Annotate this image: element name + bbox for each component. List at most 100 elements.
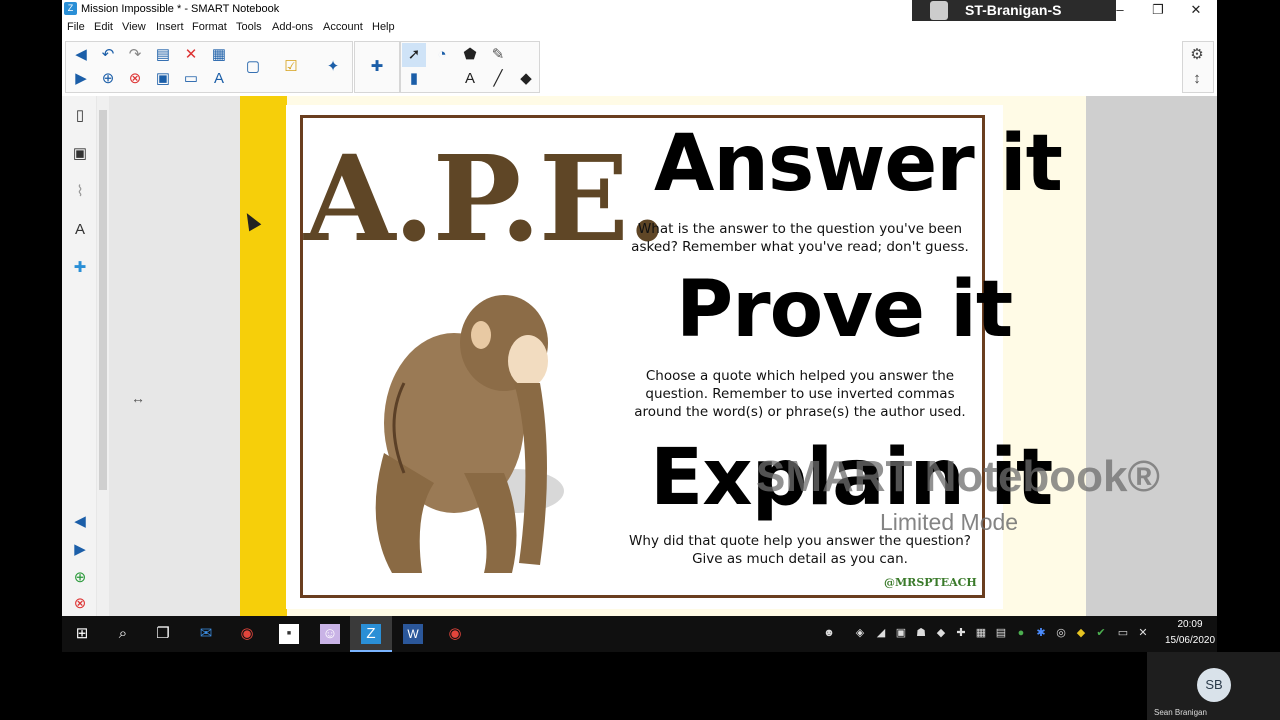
wifi-icon[interactable]: ◢ (875, 627, 887, 639)
watermark-subtitle: Limited Mode (880, 509, 1019, 535)
sidebar-delete-page-icon[interactable]: ⊗ (68, 592, 92, 616)
search-icon[interactable]: ⌕ (113, 624, 133, 644)
panel-resize-handle-icon[interactable]: ↔ (131, 390, 145, 406)
page-sorter-panel (96, 96, 240, 616)
menu-format[interactable]: Format (192, 21, 227, 33)
word-icon[interactable]: W (403, 624, 423, 644)
heading-prove: Prove it (676, 265, 1013, 355)
tray-app-icon-7[interactable]: ● (1015, 627, 1027, 639)
heading-answer: Answer it (654, 119, 1063, 209)
save-icon[interactable]: ▣ (152, 68, 174, 90)
eraser-tool-icon[interactable]: ◆ (515, 68, 537, 90)
sidebar-previous-icon[interactable]: ◀ (68, 510, 92, 534)
smart-notebook-taskbar-icon[interactable]: Z (361, 624, 381, 644)
line-tool-icon[interactable]: ╱ (487, 68, 509, 90)
tray-app-icon-5[interactable]: ▦ (975, 627, 987, 639)
activity-builder-icon[interactable]: ✦ (322, 56, 344, 78)
start-icon[interactable]: ⊞ (72, 624, 92, 644)
chrome-icon[interactable]: ◉ (237, 624, 257, 644)
tray-app-icon-2[interactable]: ☗ (915, 627, 927, 639)
tray-app-icon-3[interactable]: ◆ (935, 627, 947, 639)
properties-icon[interactable]: A (68, 218, 92, 242)
screen-shade-icon[interactable]: ▭ (180, 68, 202, 90)
ape-acronym: A.P.E. (304, 129, 668, 268)
contacts-app-icon[interactable]: ☺ (320, 624, 340, 644)
response-icon[interactable]: ☑ (280, 56, 302, 78)
user-avatar-icon (930, 1, 948, 20)
menu-edit[interactable]: Edit (94, 21, 113, 33)
measurement-tools-icon[interactable]: A (208, 68, 230, 90)
chimpanzee-illustration (375, 295, 564, 573)
redo-icon[interactable]: ↷ (124, 44, 146, 66)
defender-icon[interactable]: ✔ (1095, 627, 1107, 639)
canvas-area: A.P.E. Answer it What is the answer to t… (240, 96, 1217, 616)
undo-icon[interactable]: ↶ (97, 44, 119, 66)
clock-time[interactable]: 20:09 (1170, 619, 1210, 630)
open-file-icon[interactable]: ▤ (152, 44, 174, 66)
slide-page[interactable]: A.P.E. Answer it What is the answer to t… (240, 96, 1086, 616)
previous-page-icon[interactable]: ◀ (70, 44, 92, 66)
minimize-button[interactable]: – (1102, 0, 1138, 19)
add-ons-tab-icon[interactable]: ✚ (68, 256, 92, 280)
menu-account[interactable]: Account (323, 21, 363, 33)
menu-insert[interactable]: Insert (156, 21, 184, 33)
prove-line-2: question. Remember to use inverted comma… (645, 386, 955, 402)
menu-tools[interactable]: Tools (236, 21, 262, 33)
clock-date[interactable]: 15/06/2020 (1155, 635, 1225, 646)
answer-description: What is the answer to the question you'v… (618, 220, 982, 256)
menu-file[interactable]: File (67, 21, 85, 33)
menu-view[interactable]: View (122, 21, 146, 33)
watermark-title: SMART Notebook® (756, 452, 1160, 501)
tray-app-icon-6[interactable]: ▤ (995, 627, 1007, 639)
pens-tool-icon[interactable]: ▮ (403, 68, 425, 90)
volume-muted-icon[interactable]: ✕ (1137, 627, 1149, 639)
answer-line-2: asked? Remember what you've read; don't … (631, 239, 969, 255)
security-tray-icon[interactable]: ◆ (1075, 627, 1087, 639)
delete-icon[interactable]: ✕ (180, 44, 202, 66)
bluetooth-icon[interactable]: ✱ (1035, 627, 1047, 639)
magic-pen-icon[interactable]: ✎ (487, 44, 509, 66)
participant-tile: SB Sean Branigan (1147, 652, 1280, 720)
move-toolbar-icon[interactable]: ↕ (1186, 68, 1208, 90)
gear-icon[interactable]: ⚙ (1186, 44, 1208, 66)
select-tool-icon[interactable]: ➚ (403, 44, 425, 66)
sidebar-next-icon[interactable]: ▶ (68, 538, 92, 562)
prove-line-3: around the word(s) or phrase(s) the auth… (634, 404, 966, 420)
mail-icon[interactable]: ✉ (196, 624, 216, 644)
document-camera-icon[interactable]: ▢ (242, 56, 264, 78)
answer-line-1: What is the answer to the question you'v… (637, 221, 963, 237)
restore-button[interactable]: ❐ (1140, 0, 1176, 19)
sorter-scrollbar[interactable] (97, 96, 109, 616)
prove-line-1: Choose a quote which helped you answer t… (645, 368, 955, 384)
shapes-tool-icon[interactable]: ◔ (431, 44, 453, 66)
toolbar-group-main: ◀ ▶ ↶ ↷ ⊕ ⊗ ▤ ▣ ✕ ▭ ▦ A ▢ ☑ ✦ (65, 41, 353, 93)
attachments-icon[interactable]: ⌇ (68, 180, 92, 204)
tray-app-icon-8[interactable]: ◎ (1055, 627, 1067, 639)
tray-app-icon-1[interactable]: ▣ (895, 627, 907, 639)
explain-description: Why did that quote help you answer the q… (618, 532, 982, 568)
add-ons-icon[interactable]: ✚ (366, 56, 388, 78)
delete-page-icon[interactable]: ⊗ (124, 68, 146, 90)
sidebar-add-page-icon[interactable]: ⊕ (68, 566, 92, 590)
tray-app-icon-4[interactable]: ✚ (955, 627, 967, 639)
close-button[interactable]: ✕ (1178, 0, 1214, 19)
task-view-icon[interactable]: ❐ (153, 624, 173, 644)
people-icon[interactable]: ☻ (823, 627, 835, 639)
battery-icon[interactable]: ▭ (1117, 627, 1129, 639)
fill-tool-icon[interactable]: ⬟ (459, 44, 481, 66)
gallery-icon[interactable]: ▣ (68, 142, 92, 166)
network-tray-icon[interactable]: ◈ (854, 627, 866, 639)
table-icon[interactable]: ▦ (208, 44, 230, 66)
menu-add-ons[interactable]: Add-ons (272, 21, 313, 33)
scroll-thumb[interactable] (99, 110, 107, 490)
text-tool-icon[interactable]: A (459, 68, 481, 90)
notebook-app-icon: Z (64, 2, 77, 15)
next-page-icon[interactable]: ▶ (70, 68, 92, 90)
page-sorter-icon[interactable]: ▯ (68, 104, 92, 128)
smart-notebook-window: Z Mission Impossible * - SMART Notebook … (62, 0, 1217, 616)
sims-icon[interactable]: ■ (279, 624, 299, 644)
add-page-icon[interactable]: ⊕ (97, 68, 119, 90)
menu-help[interactable]: Help (372, 21, 395, 33)
sidebar-tabs: ▯ ▣ ⌇ A ✚ ◀ ▶ ⊕ ⊗ (62, 96, 97, 616)
chrome-icon-2[interactable]: ◉ (445, 624, 465, 644)
